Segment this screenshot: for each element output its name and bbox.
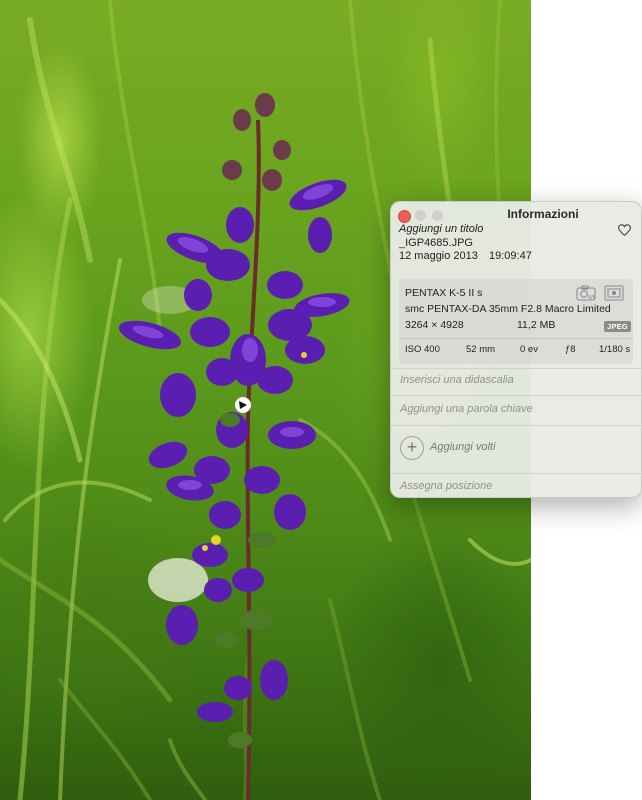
filename: _IGP4685.JPG [399, 237, 473, 249]
exif-box: PENTAX K-5 II s smc PENTAX-DA 35mm F2.8 … [399, 279, 633, 364]
focal-length: 52 mm [466, 344, 496, 355]
metering-icon [604, 285, 624, 301]
svg-text:WB: WB [588, 295, 596, 301]
divider [391, 473, 641, 474]
image-dimensions: 3264 × 4928 [405, 319, 464, 331]
lens-model: smc PENTAX-DA 35mm F2.8 Macro Limited [405, 303, 611, 315]
heart-outline-icon[interactable] [618, 224, 631, 237]
photo-title-input[interactable]: Aggiungi un titolo [399, 223, 483, 235]
caption-input[interactable]: Inserisci una didascalia [400, 374, 514, 386]
add-faces-label[interactable]: Aggiungi volti [430, 441, 495, 453]
add-faces-icon[interactable]: + [400, 436, 424, 460]
location-input[interactable]: Assegna posizione [400, 480, 492, 492]
format-badge: JPEG [604, 321, 631, 332]
divider [391, 425, 641, 426]
aperture: ƒ8 [565, 344, 576, 355]
exposure-bias: 0 ev [520, 344, 538, 355]
panel-title: Informazioni [507, 207, 579, 221]
capture-time: 19:09:47 [489, 250, 532, 262]
divider [391, 395, 641, 396]
exif-divider [399, 338, 633, 339]
file-size: 11,2 MB [517, 319, 556, 331]
info-panel: Informazioni Aggiungi un titolo _IGP4685… [390, 201, 642, 498]
camera-model: PENTAX K-5 II s [405, 287, 483, 299]
keyword-input[interactable]: Aggiungi una parola chiave [400, 403, 533, 415]
iso-value: ISO 400 [405, 344, 440, 355]
capture-date: 12 maggio 2013 [399, 250, 478, 262]
divider [391, 368, 641, 369]
shutter-speed: 1/180 s [599, 344, 631, 355]
camera-wb-icon: WB [576, 285, 596, 301]
